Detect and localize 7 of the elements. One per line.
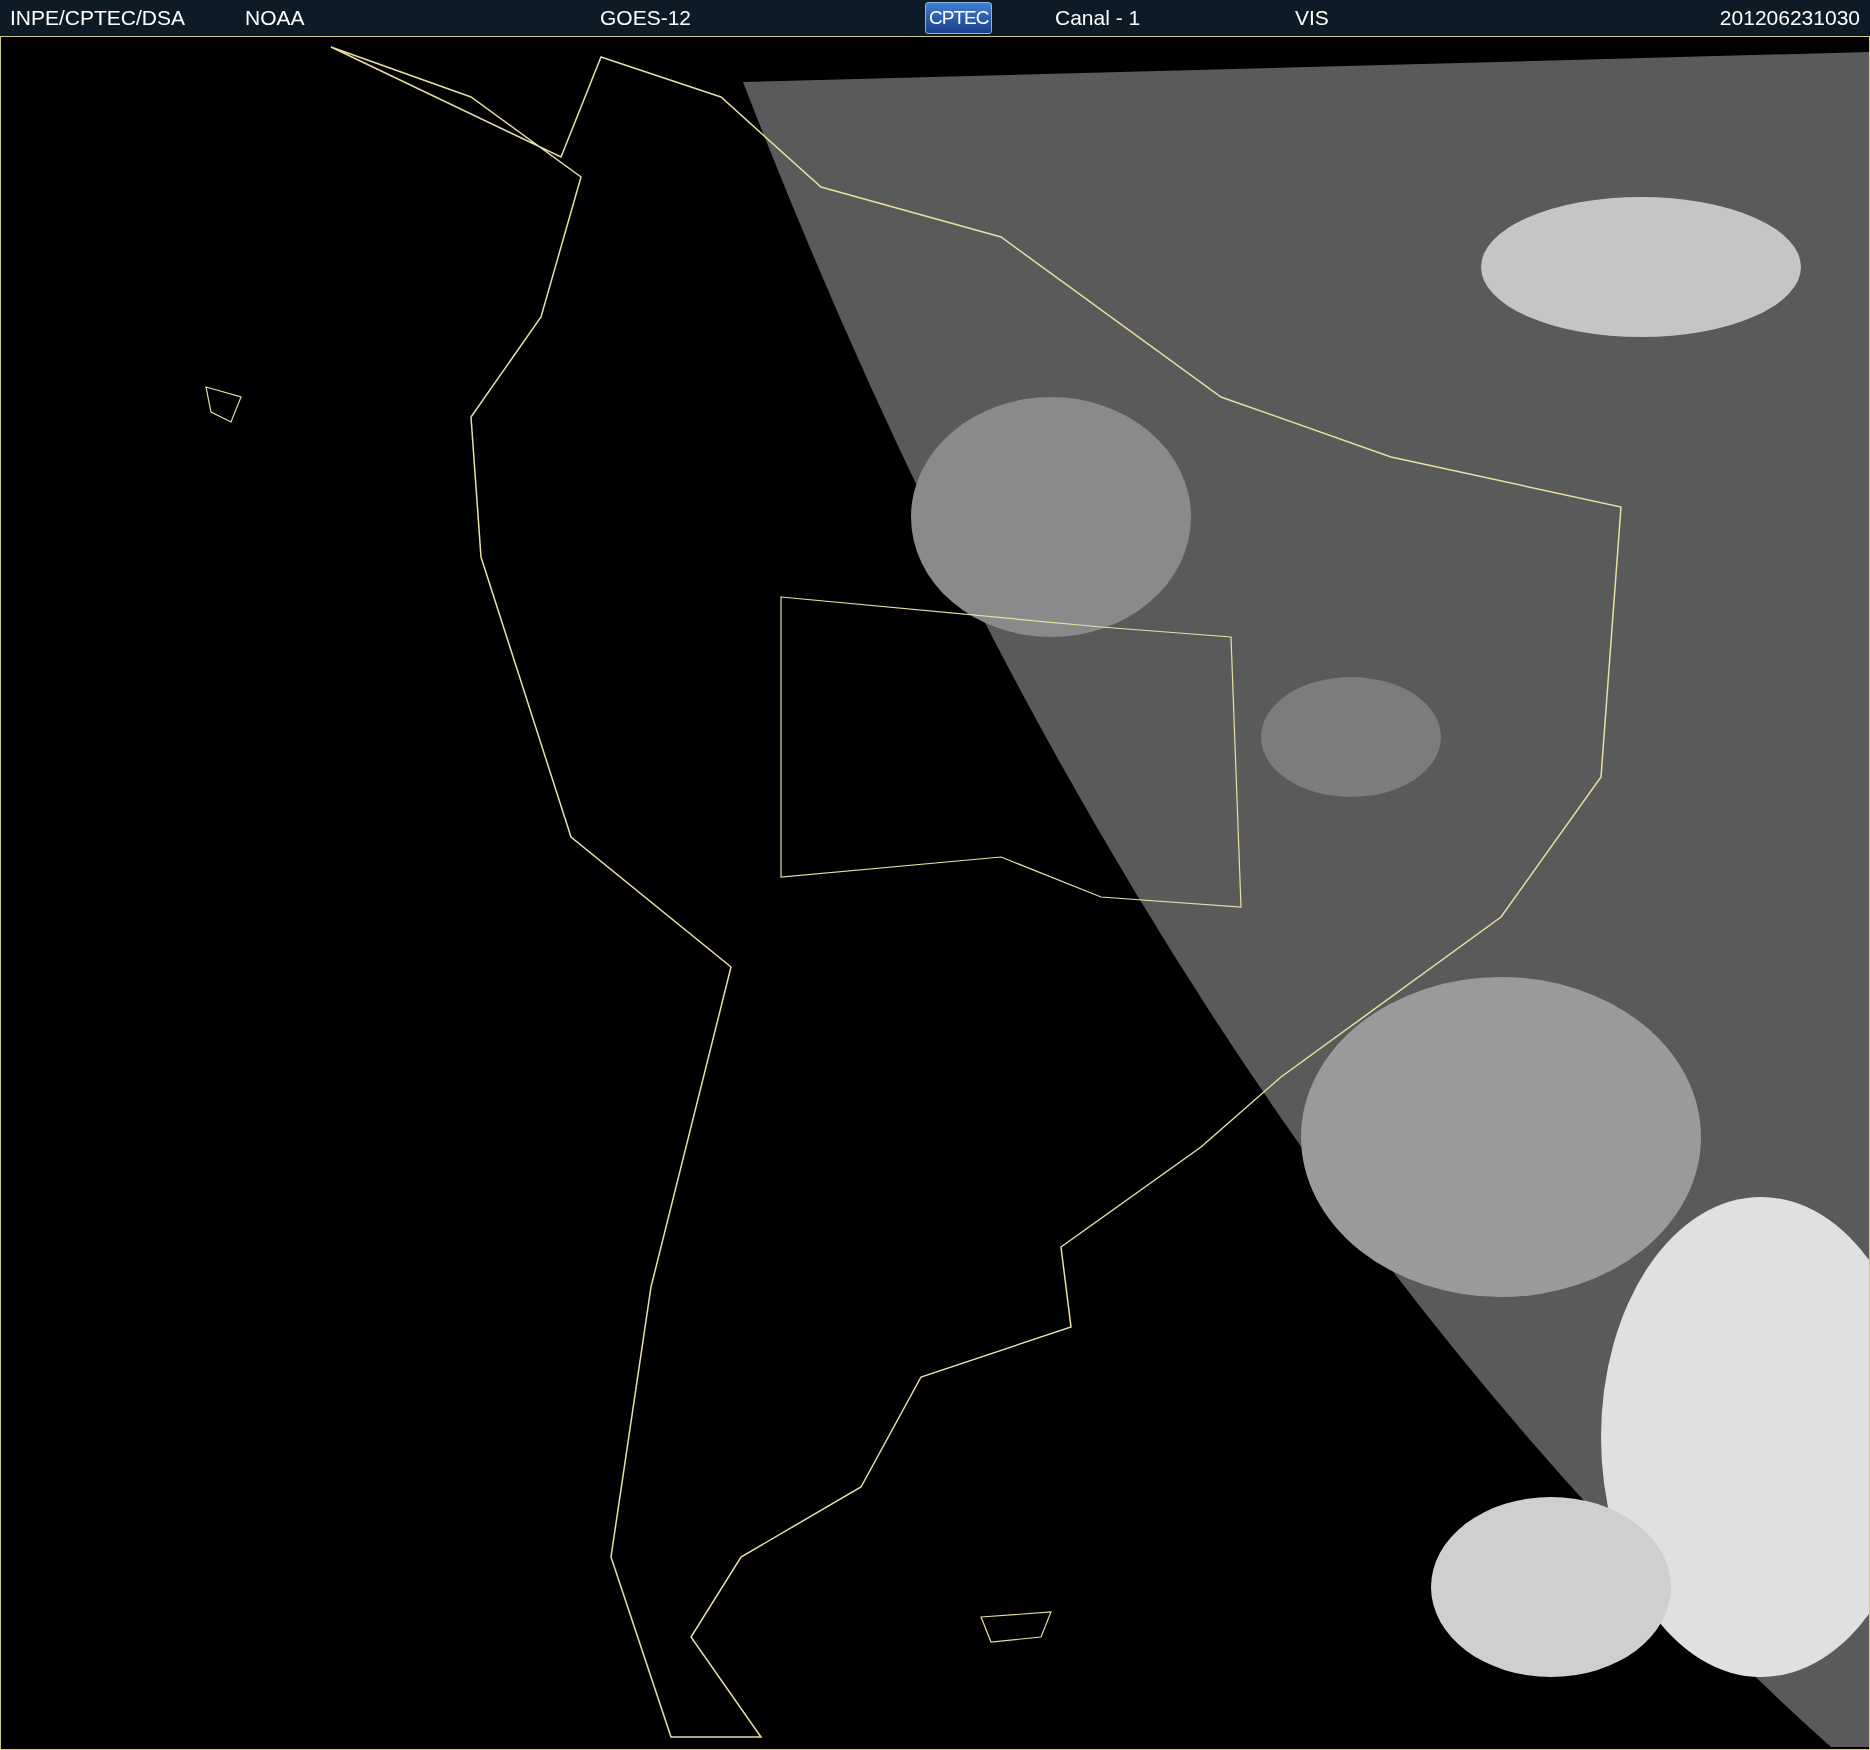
header-label: INPE/CPTEC/DSA bbox=[10, 6, 186, 30]
header-label: NOAA bbox=[245, 6, 305, 30]
header-label: VIS bbox=[1295, 6, 1329, 30]
header-label: 201206231030 bbox=[1719, 6, 1860, 30]
logo: CPTEC bbox=[925, 2, 993, 34]
header-label: GOES-12 bbox=[600, 6, 692, 30]
header-label: Canal - 1 bbox=[1055, 6, 1141, 30]
